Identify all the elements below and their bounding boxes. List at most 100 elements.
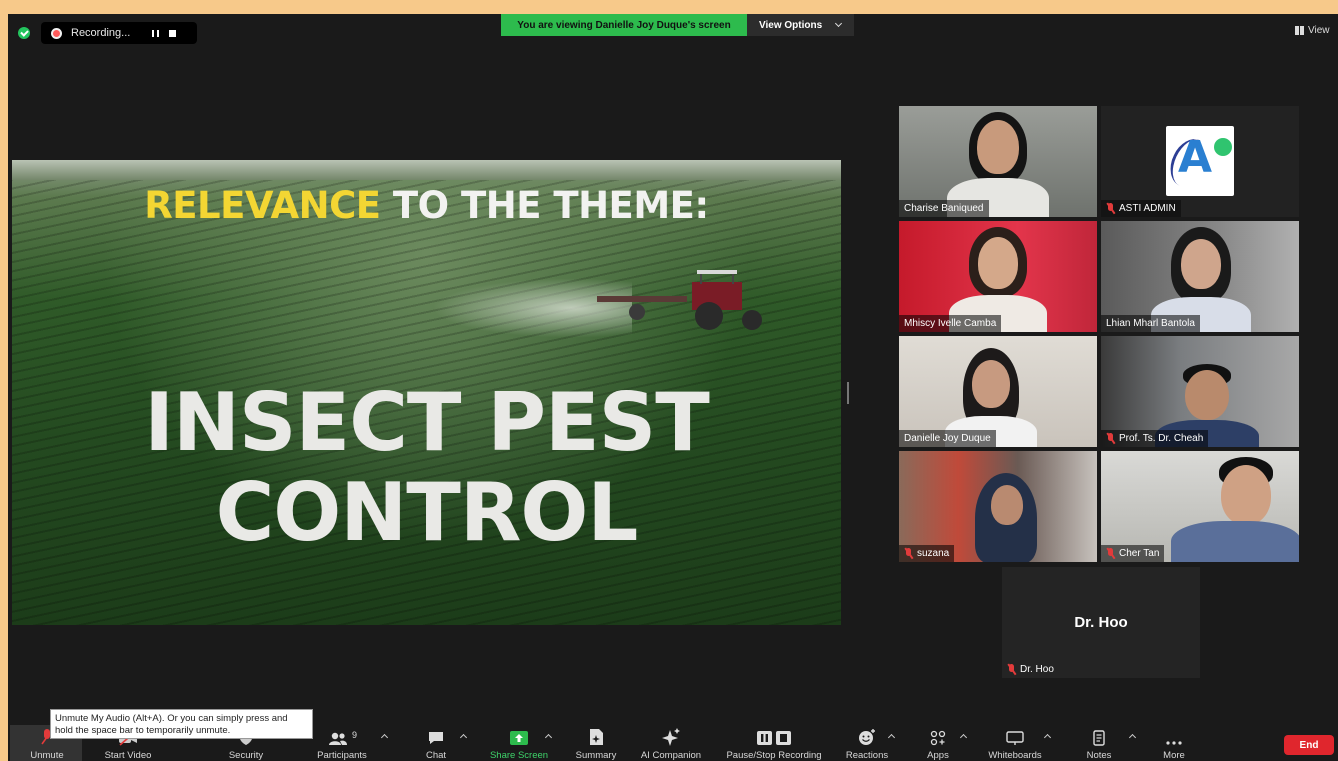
security-label: Security xyxy=(228,750,264,761)
face xyxy=(978,237,1018,289)
participant-name: Lhian Mharl Bantola xyxy=(1106,318,1195,329)
notes-caret-icon[interactable] xyxy=(1128,733,1137,742)
emoji-icon xyxy=(859,729,875,745)
stop-recording-icon[interactable] xyxy=(169,29,177,37)
view-options-button[interactable]: View Options xyxy=(747,14,854,36)
unmute-tooltip: Unmute My Audio (Alt+A). Or you can simp… xyxy=(50,709,313,739)
logo-dot xyxy=(1214,138,1232,156)
slide-main-line-2: CONTROL xyxy=(215,466,639,559)
chat-bubble-icon xyxy=(429,732,443,744)
meeting-window: Recording... You are viewing Danielle Jo… xyxy=(8,14,1338,761)
participant-name: Cher Tan xyxy=(1119,548,1160,559)
participant-name: Dr. Hoo xyxy=(1020,664,1054,675)
more-dots-icon xyxy=(1166,741,1182,745)
recording-indicator: Recording... xyxy=(41,22,197,44)
participant-tile[interactable]: suzana xyxy=(899,451,1097,562)
participant-name: Mhiscy Ivelle Camba xyxy=(904,318,997,329)
participant-tile[interactable]: Mhiscy Ivelle Camba xyxy=(899,221,1097,332)
view-options-label: View Options xyxy=(759,19,823,31)
participant-name: suzana xyxy=(917,548,950,559)
recording-label: Recording... xyxy=(71,27,131,39)
muted-mic-icon xyxy=(1106,433,1115,444)
participants-count: 9 xyxy=(351,730,357,740)
participant-name-bar: suzana xyxy=(899,545,955,562)
participant-tile[interactable]: Lhian Mharl Bantola xyxy=(1101,221,1299,332)
face xyxy=(977,120,1019,174)
notes-button[interactable]: Notes xyxy=(1079,725,1119,761)
apps-caret-icon[interactable] xyxy=(959,733,968,742)
participant-name-bar: Lhian Mharl Bantola xyxy=(1101,315,1200,332)
whiteboards-button[interactable]: Whiteboards xyxy=(983,725,1047,761)
pause-stop-icon xyxy=(757,731,791,745)
participant-tile[interactable]: Prof. Ts. Dr. Cheah xyxy=(1101,336,1299,447)
face xyxy=(1185,370,1229,420)
share-screen-icon xyxy=(510,731,528,745)
face xyxy=(1181,239,1221,289)
apps-icon xyxy=(930,730,946,746)
record-dot-icon xyxy=(51,27,62,39)
chat-label: Chat xyxy=(425,750,447,761)
participant-name-bar: Dr. Hoo xyxy=(1002,661,1059,678)
participant-name-bar: Charise Baniqued xyxy=(899,200,989,217)
chat-button[interactable]: Chat xyxy=(416,725,456,761)
security-shield-icon[interactable] xyxy=(18,27,30,39)
view-button[interactable]: View xyxy=(1295,25,1330,36)
notes-label: Notes xyxy=(1086,750,1112,761)
participant-name-bar: Danielle Joy Duque xyxy=(899,430,996,447)
participant-display-name: Dr. Hoo xyxy=(1074,614,1128,631)
participant-tile[interactable]: Charise Baniqued xyxy=(899,106,1097,217)
shirt xyxy=(1171,521,1299,562)
slide-main-line-1: INSECT PEST xyxy=(144,376,710,469)
notes-icon xyxy=(1093,730,1105,746)
end-meeting-button[interactable]: End xyxy=(1284,735,1334,755)
apps-label: Apps xyxy=(927,750,949,761)
muted-mic-icon xyxy=(904,548,913,559)
shared-screen: RELEVANCE TO THE THEME: INSECT PEST CONT… xyxy=(12,160,841,625)
asti-logo: A xyxy=(1163,126,1234,196)
participants-button[interactable]: 9 Participants xyxy=(310,725,374,761)
pause-stop-recording-label: Pause/Stop Recording xyxy=(726,750,822,761)
share-screen-button[interactable]: Share Screen xyxy=(484,725,554,761)
slide-title-rest: TO THE THEME: xyxy=(392,184,709,227)
apps-button[interactable]: Apps xyxy=(918,725,958,761)
slide-title-highlight: RELEVANCE xyxy=(144,184,381,227)
muted-mic-icon xyxy=(1106,548,1115,559)
participant-tile[interactable]: A ASTI ADMIN xyxy=(1101,106,1299,217)
participant-name: ASTI ADMIN xyxy=(1119,203,1176,214)
participant-tile[interactable]: Cher Tan xyxy=(1101,451,1299,562)
participant-name: Danielle Joy Duque xyxy=(904,433,991,444)
ai-companion-button[interactable]: AI Companion xyxy=(636,725,706,761)
participant-tile[interactable]: Danielle Joy Duque xyxy=(899,336,1097,447)
participants-caret-icon[interactable] xyxy=(380,733,389,742)
face xyxy=(1221,465,1271,525)
gallery-view-icon xyxy=(1295,26,1304,35)
participant-name: Charise Baniqued xyxy=(904,203,984,214)
face xyxy=(991,485,1023,525)
splitter-handle[interactable] xyxy=(847,382,849,404)
chevron-down-icon xyxy=(835,19,843,28)
participant-tile-dr-hoo[interactable]: Dr. Hoo Dr. Hoo xyxy=(1002,567,1200,678)
pause-stop-recording-button[interactable]: Pause/Stop Recording xyxy=(716,725,832,761)
summary-label: Summary xyxy=(575,750,617,761)
participant-name-bar: Cher Tan xyxy=(1101,545,1165,562)
unmute-label: Unmute xyxy=(30,750,64,761)
sparkle-icon xyxy=(662,728,680,746)
participant-name-bar: Mhiscy Ivelle Camba xyxy=(899,315,1002,332)
participants-label: Participants xyxy=(317,750,367,761)
ai-companion-label: AI Companion xyxy=(640,750,702,761)
logo-letter: A xyxy=(1178,132,1213,183)
more-label: More xyxy=(1163,750,1185,761)
horizon xyxy=(12,160,841,180)
summary-icon xyxy=(590,729,603,745)
reactions-button[interactable]: Reactions xyxy=(842,725,892,761)
summary-button[interactable]: Summary xyxy=(570,725,622,761)
slide-main-text: INSECT PEST CONTROL xyxy=(12,378,841,558)
pause-recording-icon[interactable] xyxy=(152,29,160,37)
more-button[interactable]: More xyxy=(1154,725,1194,761)
participants-icon xyxy=(328,732,347,745)
muted-mic-icon xyxy=(1106,203,1115,214)
participant-name: Prof. Ts. Dr. Cheah xyxy=(1119,433,1204,444)
reactions-label: Reactions xyxy=(845,750,889,761)
share-screen-label: Share Screen xyxy=(489,750,549,761)
chat-caret-icon[interactable] xyxy=(459,733,468,742)
